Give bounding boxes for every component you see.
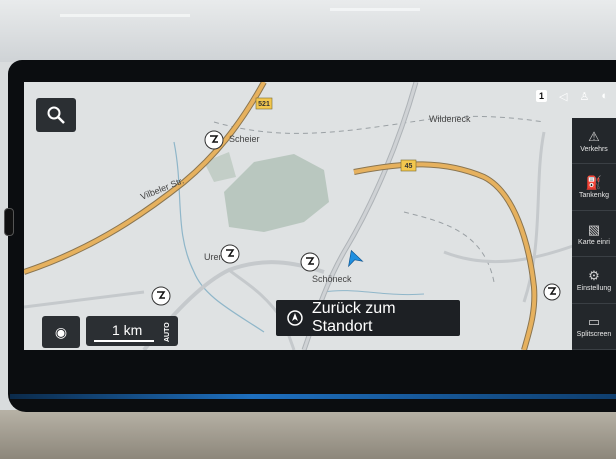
- map-settings-icon: ▧: [587, 221, 601, 237]
- road-shield-number: 521: [258, 101, 270, 108]
- traffic-icon: ⚠: [588, 128, 600, 144]
- road-shield-number: 45: [405, 163, 413, 170]
- showroom-background: [0, 0, 616, 62]
- scale-mode: AUTO: [164, 322, 171, 342]
- charging-station-pin[interactable]: [204, 130, 224, 150]
- menu-item-label: Tankenkg: [579, 192, 609, 200]
- ambient-light-strip: [10, 394, 616, 399]
- fuel-icon: ⛽: [585, 175, 603, 191]
- charging-station-pin[interactable]: [220, 244, 240, 264]
- place-label: Wildeneck: [429, 114, 471, 124]
- ceiling-light: [330, 8, 420, 11]
- menu-item-splitscreen[interactable]: ▭ Splitscreen: [572, 304, 616, 350]
- map-orientation-button[interactable]: ◉: [42, 316, 80, 348]
- menu-item-label: Verkehrs: [580, 145, 608, 153]
- search-button[interactable]: [36, 98, 76, 132]
- place-label: Schöneck: [312, 274, 352, 284]
- side-knob: [4, 208, 14, 236]
- map-scale-control[interactable]: 1 km AUTO: [86, 316, 178, 346]
- splitscreen-icon: ▭: [587, 314, 601, 330]
- charging-station-pin[interactable]: [300, 252, 320, 272]
- menu-item-settings[interactable]: ⚙ Einstellung: [572, 257, 616, 304]
- compass-icon: ◉: [54, 323, 68, 340]
- charging-station-pin[interactable]: [543, 283, 561, 301]
- scale-value: 1 km: [112, 322, 143, 338]
- globe-icon[interactable]: ◐: [601, 90, 608, 102]
- scale-bar: [94, 340, 154, 342]
- back-to-position-button[interactable]: Zurück zum Standort: [276, 300, 460, 336]
- dashboard-trim: [0, 410, 616, 459]
- back-to-position-label: Zurück zum Standort: [311, 300, 396, 335]
- menu-item-label: Splitscreen: [576, 331, 612, 339]
- menu-item-map-settings[interactable]: ▧ Karte einri: [572, 211, 616, 258]
- user-icon[interactable]: ♙: [579, 90, 589, 103]
- map-side-menu: ⚠ Verkehrs ⛽ Tankenkg ▧ Karte einri ⚙ Ei…: [572, 118, 616, 350]
- menu-item-fuel[interactable]: ⛽ Tankenkg: [572, 164, 616, 211]
- menu-item-traffic[interactable]: ⚠ Verkehrs: [572, 118, 616, 165]
- menu-item-label: Einstellung: [576, 284, 612, 292]
- speaker-icon[interactable]: ◁: [559, 90, 567, 103]
- search-icon: [47, 106, 65, 124]
- place-label: Scheier: [229, 134, 260, 144]
- gear-icon: ⚙: [588, 267, 600, 283]
- navigation-screen: 521 45 Scheier Wildeneck Vilbeler Str. U…: [24, 82, 616, 350]
- status-bar: 1 ◁ ♙ ◐: [535, 82, 608, 110]
- charging-station-pin[interactable]: [151, 286, 171, 306]
- ceiling-light: [60, 14, 190, 17]
- recenter-icon: [287, 310, 303, 326]
- menu-item-label: Karte einri: [578, 238, 610, 246]
- message-counter[interactable]: 1: [535, 90, 547, 102]
